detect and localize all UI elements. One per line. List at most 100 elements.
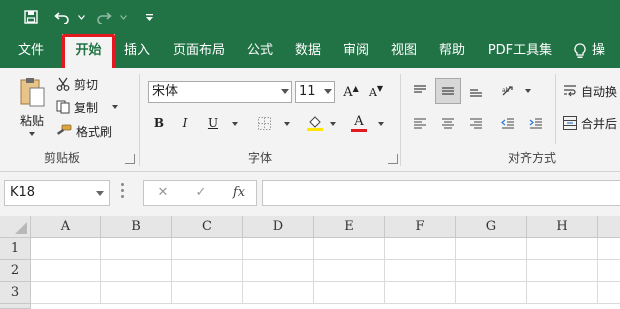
cell[interactable] bbox=[243, 282, 314, 304]
shrink-font-button[interactable]: A ▼ bbox=[368, 83, 384, 101]
cell[interactable] bbox=[527, 238, 598, 260]
chevron-down-icon[interactable] bbox=[284, 122, 290, 126]
italic-button[interactable]: I bbox=[178, 114, 192, 132]
row-header[interactable] bbox=[0, 304, 31, 309]
column-header[interactable] bbox=[598, 216, 620, 238]
tab-data[interactable]: 数据 bbox=[287, 34, 329, 68]
column-header[interactable]: F bbox=[385, 216, 456, 238]
cell[interactable] bbox=[456, 260, 527, 282]
column-header[interactable]: A bbox=[31, 216, 101, 238]
cell[interactable] bbox=[101, 260, 172, 282]
cell[interactable] bbox=[314, 238, 385, 260]
row-header[interactable]: 3 bbox=[0, 282, 31, 304]
cell[interactable] bbox=[385, 260, 456, 282]
cell[interactable] bbox=[31, 238, 101, 260]
column-header[interactable]: C bbox=[172, 216, 243, 238]
format-painter-button[interactable]: 格式刷 bbox=[56, 121, 112, 141]
chevron-down-icon[interactable] bbox=[330, 122, 336, 126]
fill-color-button[interactable] bbox=[306, 112, 324, 134]
chevron-down-icon bbox=[112, 105, 119, 109]
chevron-down-icon bbox=[77, 14, 85, 20]
row-header[interactable]: 1 bbox=[0, 238, 31, 260]
clipboard-launcher-button[interactable] bbox=[125, 154, 135, 164]
copy-button[interactable]: 复制 bbox=[56, 97, 119, 117]
column-header[interactable]: G bbox=[456, 216, 527, 238]
align-bottom-button[interactable] bbox=[466, 80, 486, 102]
tell-me-search[interactable]: 操 bbox=[574, 34, 620, 68]
row-header[interactable]: 2 bbox=[0, 260, 31, 282]
cell[interactable] bbox=[598, 238, 620, 260]
clipboard-group-label: 剪贴板 bbox=[43, 151, 80, 165]
cell[interactable] bbox=[172, 260, 243, 282]
cell[interactable] bbox=[456, 238, 527, 260]
formula-input[interactable] bbox=[262, 180, 620, 206]
save-button[interactable] bbox=[20, 6, 42, 28]
cell[interactable] bbox=[598, 260, 620, 282]
undo-dropdown-button[interactable] bbox=[76, 6, 86, 28]
tab-help[interactable]: 帮助 bbox=[431, 34, 473, 68]
tab-insert[interactable]: 插入 bbox=[115, 34, 159, 68]
enter-button[interactable]: ✓ bbox=[190, 181, 212, 205]
column-header[interactable]: H bbox=[527, 216, 598, 238]
cut-button[interactable]: 剪切 bbox=[56, 74, 98, 94]
cell[interactable] bbox=[527, 260, 598, 282]
cell[interactable] bbox=[31, 282, 101, 304]
insert-function-button[interactable]: fx bbox=[228, 181, 250, 205]
cancel-entry-button[interactable]: ✕ bbox=[152, 181, 174, 205]
chevron-down-icon[interactable] bbox=[378, 122, 384, 126]
customize-qat-button[interactable] bbox=[142, 6, 156, 28]
bold-button[interactable]: B bbox=[152, 114, 166, 132]
cell[interactable] bbox=[243, 260, 314, 282]
select-all-button[interactable] bbox=[0, 216, 31, 238]
cell[interactable] bbox=[527, 282, 598, 304]
cell[interactable] bbox=[101, 282, 172, 304]
cell[interactable] bbox=[172, 238, 243, 260]
formula-bar-resize-handle[interactable] bbox=[121, 183, 124, 203]
redo-dropdown-button[interactable] bbox=[118, 6, 128, 28]
tab-formulas[interactable]: 公式 bbox=[239, 34, 281, 68]
align-right-button[interactable] bbox=[466, 113, 486, 133]
font-size-box[interactable]: 11 bbox=[295, 81, 335, 103]
wrap-text-button[interactable]: 自动换 bbox=[563, 81, 617, 101]
tab-view[interactable]: 视图 bbox=[383, 34, 425, 68]
align-left-button[interactable] bbox=[410, 113, 430, 133]
underline-button[interactable]: U bbox=[206, 114, 220, 132]
cell[interactable] bbox=[31, 260, 101, 282]
font-color-button[interactable]: A bbox=[350, 112, 368, 134]
column-header[interactable]: B bbox=[101, 216, 172, 238]
tab-review[interactable]: 审阅 bbox=[335, 34, 377, 68]
undo-button[interactable] bbox=[52, 6, 72, 28]
font-launcher-button[interactable] bbox=[388, 154, 398, 164]
merge-center-button[interactable]: 合并后 bbox=[563, 113, 617, 133]
grow-font-button[interactable]: A ▲ bbox=[343, 83, 359, 101]
chevron-down-icon[interactable] bbox=[232, 122, 238, 126]
align-middle-button[interactable] bbox=[435, 78, 461, 104]
column-header[interactable]: D bbox=[243, 216, 314, 238]
cell[interactable] bbox=[314, 260, 385, 282]
align-center-button[interactable] bbox=[438, 113, 458, 133]
cell[interactable] bbox=[385, 282, 456, 304]
font-name-box[interactable]: 宋体 bbox=[148, 81, 292, 103]
tab-page-layout[interactable]: 页面布局 bbox=[164, 34, 234, 68]
borders-button[interactable] bbox=[256, 114, 272, 132]
decrease-indent-button[interactable] bbox=[498, 113, 518, 133]
name-box[interactable]: K18 bbox=[4, 180, 110, 206]
copy-icon bbox=[56, 100, 70, 114]
cell[interactable] bbox=[172, 282, 243, 304]
cell[interactable] bbox=[101, 238, 172, 260]
tab-file[interactable]: 文件 bbox=[8, 34, 54, 68]
orientation-button[interactable]: ab bbox=[498, 80, 520, 102]
redo-button[interactable] bbox=[94, 6, 114, 28]
align-top-button[interactable] bbox=[410, 80, 430, 102]
cell[interactable] bbox=[598, 282, 620, 304]
column-header[interactable]: E bbox=[314, 216, 385, 238]
cell[interactable] bbox=[243, 238, 314, 260]
increase-indent-button[interactable] bbox=[526, 113, 546, 133]
caret-up-icon: ▲ bbox=[352, 83, 359, 93]
paste-button[interactable]: 粘贴 bbox=[14, 76, 50, 136]
cell[interactable] bbox=[385, 238, 456, 260]
cell[interactable] bbox=[314, 282, 385, 304]
cell[interactable] bbox=[456, 282, 527, 304]
tab-pdf-tools[interactable]: PDF工具集 bbox=[482, 34, 558, 68]
chevron-down-icon[interactable] bbox=[525, 89, 531, 93]
